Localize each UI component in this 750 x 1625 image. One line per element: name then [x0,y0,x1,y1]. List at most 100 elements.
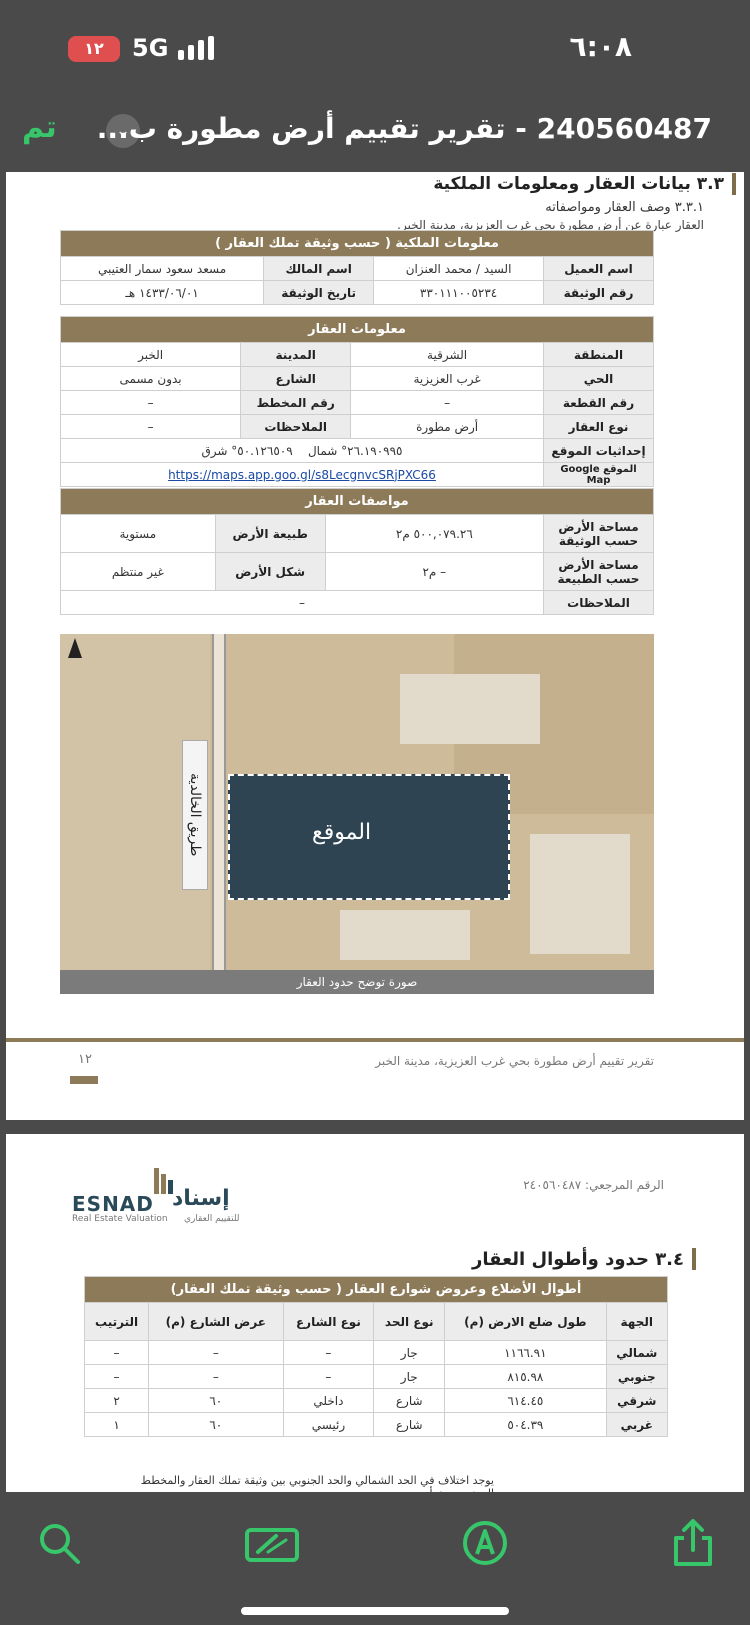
coords-label: إحداثيات الموقع [543,438,654,463]
owner-value: مسعد سعود سمار العتيبي [59,256,265,281]
home-indicator[interactable] [241,1607,509,1615]
section-title: ٣.٤ حدود وأطوال العقار [472,1248,684,1270]
notes-label: الملاحظات [240,414,352,439]
network-indicator: 5G [132,34,169,62]
page-number-accent [70,1076,98,1084]
table-cell: ٦٠ [148,1412,284,1437]
column-header: الجهة [605,1302,669,1341]
specs-notes-value: – [60,590,544,615]
page-footer: تقرير تقييم أرض مطورة بحي غرب العزيزية، … [375,1054,654,1068]
table-cell: ٢ [83,1388,150,1413]
type-label: نوع العقار [543,414,654,439]
status-bar: ١٢ 5G ٦:٠٨ [0,0,750,90]
section-heading: ٣.٤ حدود وأطوال العقار [472,1248,696,1270]
done-button[interactable]: تم [22,110,57,145]
table-cell: – [282,1364,375,1389]
table-cell: ٦١٤.٤٥ [444,1388,607,1413]
street-value: بدون مسمى [59,366,242,391]
section-title: ٣.٣ بيانات العقار ومعلومات الملكية [433,174,724,194]
search-icon[interactable] [34,1518,84,1568]
table-row: رقم الوثيقة ٣٣٠١١١٠٠٥٢٣٤ تاريخ الوثيقة ١… [59,280,654,305]
markup-icon[interactable] [244,1518,300,1568]
battery-indicator: ١٢ [68,36,120,62]
table-row: مساحة الأرض حسب الوثيقة ٥٠٠,٠٧٩.٢٦ م٢ طب… [60,514,654,553]
region-label: المنطقة [543,342,654,367]
map-road [212,634,226,974]
boundary-note: يوجد اختلاف في الحد الشمالي والحد الجنوب… [140,1474,494,1492]
pen-icon[interactable] [460,1518,510,1568]
coords-east: ٥٠.١٢٦٥٠٩° شرق [201,443,293,458]
type-value: أرض مطورة [350,414,544,439]
document-page: الرقم المرجعي: ٢٤٠٥٦٠٤٨٧ ESNAD Real Esta… [6,1134,744,1492]
share-icon[interactable] [668,1518,718,1568]
column-header: عرض الشارع (م) [148,1302,284,1341]
property-header: معلومات العقار [60,316,654,343]
table-cell: – [282,1340,375,1365]
table-cell: ٨١٥.٩٨ [444,1364,607,1389]
deed-no-label: رقم الوثيقة [543,280,654,305]
page-number: ١٢ [78,1052,92,1067]
plan-label: رقم المخطط [240,390,352,415]
district-label: الحي [543,366,654,391]
table-cell: جنوبي [605,1364,669,1389]
footer-divider [6,1038,744,1042]
plot-value: – [350,390,544,415]
table-cell: رئيسي [282,1412,375,1437]
site-map: طريق الخالدية الموقع صورة توضح حدود العق… [60,634,654,994]
city-label: المدينة [240,342,352,367]
table-cell: شارع [373,1412,446,1437]
table-row: الملاحظات – [60,590,654,615]
owner-label: اسم المالك [263,256,375,281]
table-cell: ٥٠٤.٣٩ [444,1412,607,1437]
area-nature-value: – م٢ [324,552,545,591]
site-label: الموقع [312,820,372,845]
boundaries-table: أطوال الأضلاع وعروض شوارع العقار ( حسب و… [83,1276,669,1437]
logo-en-sub: Real Estate Valuation [72,1214,168,1224]
client-label: اسم العميل [543,256,654,281]
table-cell: شمالي [605,1340,669,1365]
plot-label: رقم القطعة [543,390,654,415]
property-table: معلومات العقار المنطقة الشرقية المدينة ا… [59,316,654,487]
table-cell: غربي [605,1412,669,1437]
clock: ٦:٠٨ [569,30,632,63]
table-cell: – [83,1340,150,1365]
logo-ar: إسناد [172,1186,230,1211]
column-header: طول ضلع الارض (م) [444,1302,607,1341]
map-caption: صورة توضح حدود العقار [60,970,654,994]
map-building [530,834,630,954]
table-row: الحي غرب العزيزية الشارع بدون مسمى [59,366,654,391]
section-heading: ٣.٣ بيانات العقار ومعلومات الملكية [433,172,736,196]
deed-date-label: تاريخ الوثيقة [263,280,375,305]
table-row: شمالي ١١٦٦.٩١ جار – – – [83,1340,669,1365]
table-row: اسم العميل السيد / محمد العنزان اسم الما… [59,256,654,281]
reference-number: الرقم المرجعي: ٢٤٠٥٦٠٤٨٧ [523,1178,664,1192]
region-value: الشرقية [350,342,544,367]
city-value: الخبر [59,342,242,367]
specs-notes-label: الملاحظات [543,590,654,615]
area-deed-label: مساحة الأرض حسب الوثيقة [543,514,654,553]
map-building [340,910,470,960]
district-value: غرب العزيزية [350,366,544,391]
bottom-toolbar [0,1492,750,1625]
specs-header: مواصفات العقار [60,488,654,515]
table-row: الموقع Google Map https://maps.app.goo.g… [60,462,654,487]
heading-accent [692,1248,696,1270]
area-deed-value: ٥٠٠,٠٧٩.٢٦ م٢ [324,514,545,553]
table-row: غربي ٥٠٤.٣٩ شارع رئيسي ٦٠ ١ [83,1412,669,1437]
subsection-title: ٣.٣.١ وصف العقار ومواصفاته [545,200,704,215]
notes-value: – [59,414,242,439]
table-cell: شارع [373,1388,446,1413]
plan-value: – [59,390,242,415]
area-nature-label: مساحة الأرض حسب الطبيعة [543,552,654,591]
table-row: جنوبي ٨١٥.٩٨ جار – – – [83,1364,669,1389]
table-cell: ١١٦٦.٩١ [444,1340,607,1365]
nature-label: طبيعة الأرض [214,514,326,553]
table-row: شرقي ٦١٤.٤٥ شارع داخلي ٦٠ ٢ [83,1388,669,1413]
deed-no-value: ٣٣٠١١١٠٠٥٢٣٤ [373,280,544,305]
north-arrow-icon [68,638,82,658]
nature-value: مستوية [60,514,216,553]
googlemap-link[interactable]: https://maps.app.goo.gl/s8LecgnvcSRjPXC6… [60,462,544,487]
table-cell: داخلي [282,1388,375,1413]
table-row: نوع العقار أرض مطورة الملاحظات – [59,414,654,439]
document-title[interactable]: 240560487 - تقرير تقييم أرض مطورة ب... [97,112,712,145]
